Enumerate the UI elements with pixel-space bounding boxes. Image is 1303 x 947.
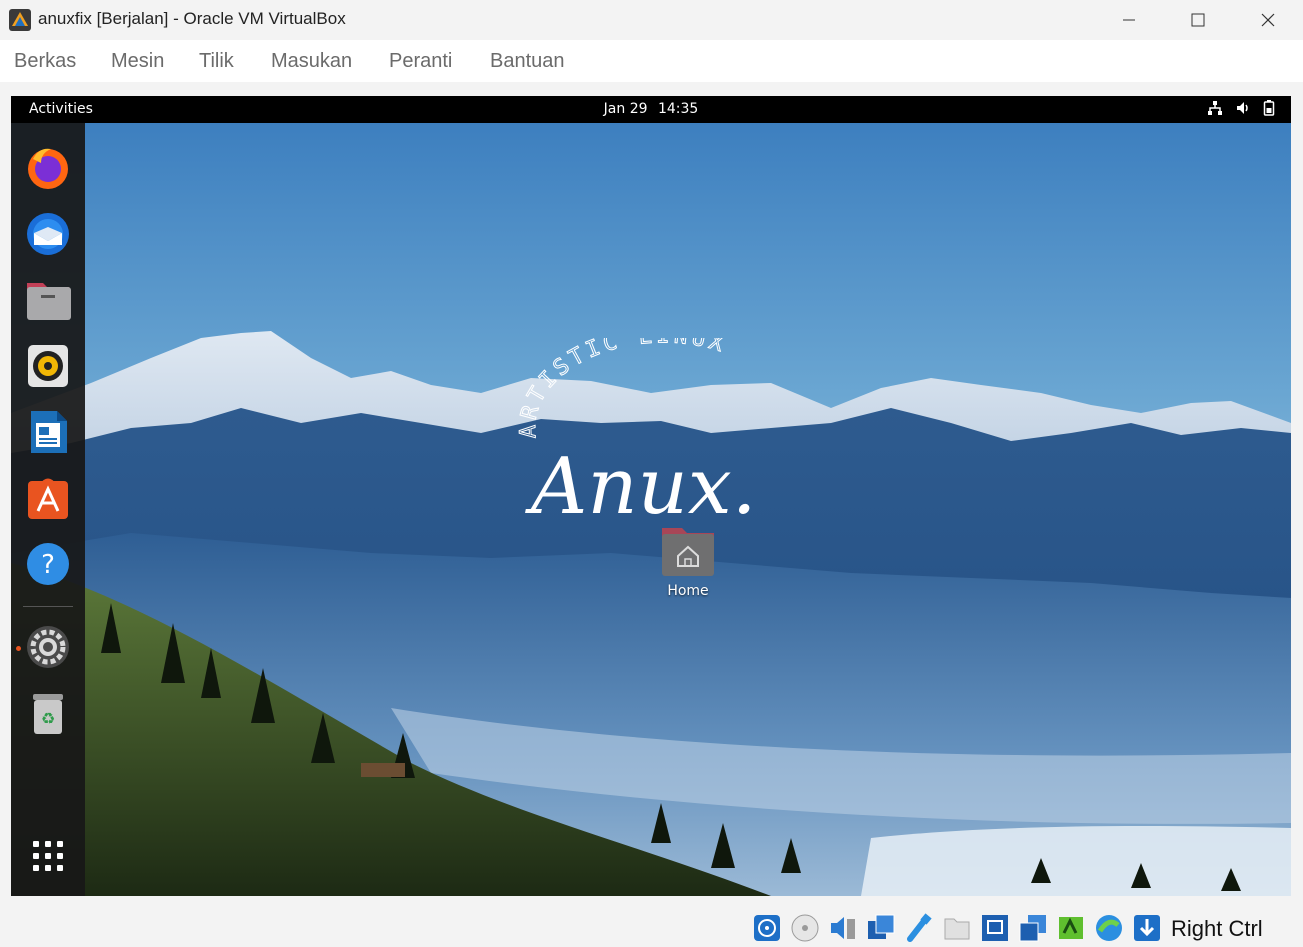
- network-icon: [1208, 101, 1222, 115]
- optical-drive-icon[interactable]: [790, 913, 820, 943]
- settings-icon: [27, 626, 69, 668]
- video-capture-icon[interactable]: [1018, 913, 1048, 943]
- window-title: anuxfix [Berjalan] - Oracle VM VirtualBo…: [38, 9, 346, 28]
- running-indicator: [16, 646, 21, 651]
- recording-icon[interactable]: [1056, 913, 1086, 943]
- svg-text:?: ?: [41, 550, 55, 580]
- help-icon: ?: [27, 543, 69, 585]
- rhythmbox-icon: [28, 345, 68, 387]
- menu-berkas[interactable]: Berkas: [14, 50, 76, 73]
- dock-item-show-applications[interactable]: [23, 831, 73, 881]
- volume-icon: [1237, 102, 1248, 114]
- thunderbird-icon: [27, 213, 69, 255]
- guest-additions-icon[interactable]: [1094, 913, 1124, 943]
- menu-masukan[interactable]: Masukan: [271, 50, 352, 73]
- logo-arc-text: ARTISTIC LINUX: [515, 338, 726, 439]
- menu-tilik[interactable]: Tilik: [199, 50, 234, 73]
- audio-icon[interactable]: [828, 913, 858, 943]
- anux-logo: ARTISTIC LINUX Anux.: [515, 338, 757, 532]
- minimize-button[interactable]: [1094, 0, 1164, 40]
- desktop[interactable]: ARTISTIC LINUX Anux. Home: [11, 123, 1291, 896]
- trash-icon: ♻: [33, 694, 63, 734]
- battery-icon: [1263, 100, 1275, 116]
- hard-disk-icon[interactable]: [752, 913, 782, 943]
- svg-text:♻: ♻: [41, 709, 55, 728]
- menu-peranti[interactable]: Peranti: [389, 50, 452, 73]
- dock-item-rhythmbox[interactable]: [23, 341, 73, 391]
- dock-item-libreoffice-writer[interactable]: [23, 407, 73, 457]
- maximize-icon: [1191, 13, 1205, 27]
- svg-text:ARTISTIC LINUX: ARTISTIC LINUX: [516, 338, 730, 439]
- shared-folders-icon[interactable]: [942, 913, 972, 943]
- software-center-icon: [28, 478, 68, 519]
- minimize-icon: [1123, 19, 1135, 21]
- libreoffice-writer-icon: [31, 411, 67, 453]
- firefox-icon: [28, 148, 68, 189]
- dock-item-settings[interactable]: [23, 622, 73, 672]
- close-icon: [1261, 13, 1275, 27]
- host-key-label: Right Ctrl: [1171, 916, 1263, 941]
- close-button[interactable]: [1233, 0, 1303, 40]
- virtualbox-app-icon: [9, 9, 31, 31]
- maximize-button[interactable]: [1163, 0, 1233, 40]
- menu-mesin[interactable]: Mesin: [111, 50, 164, 73]
- network-adapter-icon[interactable]: [866, 913, 896, 943]
- ubuntu-dock: ? ♻: [11, 123, 85, 896]
- dock-separator: [23, 606, 73, 607]
- show-applications-icon: [33, 841, 63, 871]
- files-icon: [27, 283, 71, 320]
- virtualbox-window: anuxfix [Berjalan] - Oracle VM VirtualBo…: [0, 0, 1303, 947]
- usb-icon[interactable]: [904, 913, 934, 943]
- dock-item-trash[interactable]: ♻: [23, 688, 73, 738]
- display-icon[interactable]: [980, 913, 1010, 943]
- dock-item-software[interactable]: [23, 473, 73, 523]
- clock-date: Jan 29: [603, 101, 648, 117]
- menu-bantuan[interactable]: Bantuan: [490, 50, 565, 73]
- keyboard-capture-icon[interactable]: [1132, 913, 1162, 943]
- gnome-top-bar: Activities Jan 29 14:35: [11, 96, 1291, 123]
- system-tray[interactable]: [1207, 100, 1275, 116]
- logo-script-text: Anux.: [525, 442, 757, 532]
- clock[interactable]: Jan 29 14:35: [11, 101, 1291, 117]
- vm-display[interactable]: ARTISTIC LINUX Anux. Home Activities Jan…: [11, 96, 1291, 896]
- home-folder-label: Home: [667, 583, 709, 599]
- clock-time: 14:35: [657, 101, 699, 117]
- dock-item-help[interactable]: ?: [23, 539, 73, 589]
- dock-item-thunderbird[interactable]: [23, 209, 73, 259]
- home-folder-icon[interactable]: [656, 522, 720, 582]
- dock-item-firefox[interactable]: [23, 143, 73, 193]
- title-bar[interactable]: anuxfix [Berjalan] - Oracle VM VirtualBo…: [0, 0, 1303, 40]
- menu-bar: Berkas Mesin Tilik Masukan Peranti Bantu…: [0, 40, 1303, 82]
- dock-item-files[interactable]: [23, 275, 73, 325]
